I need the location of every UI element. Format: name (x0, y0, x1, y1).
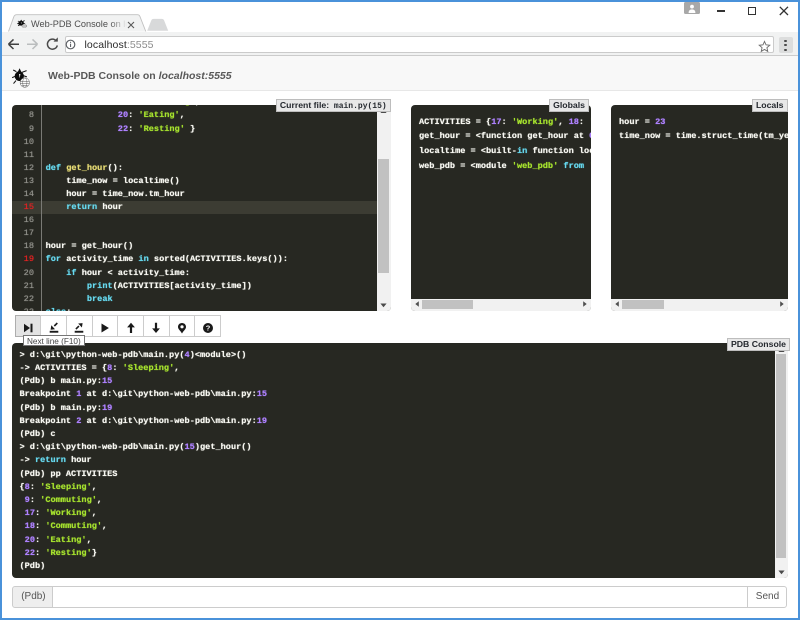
svg-text:?: ? (205, 323, 210, 332)
